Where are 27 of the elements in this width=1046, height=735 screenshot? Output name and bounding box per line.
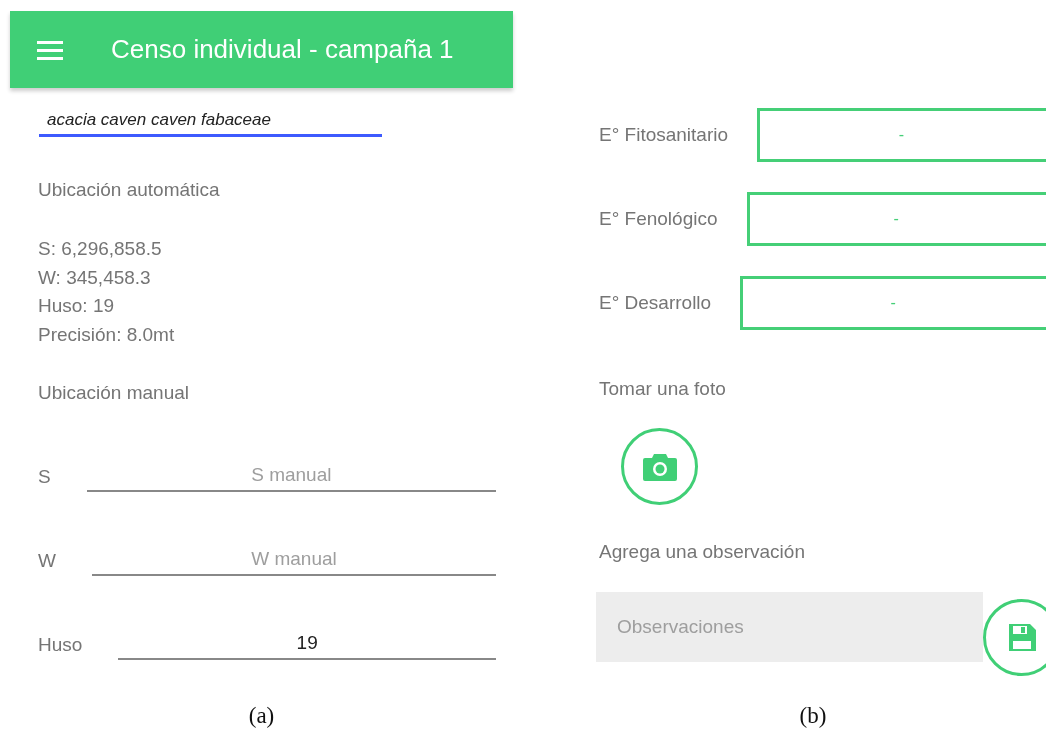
field-label: E° Fitosanitario [599,124,729,146]
coordinate-text: Precisión: 8.0mt [38,323,176,348]
field-label: S [38,465,51,489]
select-field[interactable]: - [757,108,1046,162]
input-field[interactable]: W manual [91,547,496,576]
section-heading: Ubicación manual [38,381,191,404]
input-field[interactable]: 19 [118,631,496,660]
select-field[interactable]: - [740,276,1046,330]
save-button[interactable] [983,599,1046,676]
figure-caption: (b) [798,703,828,729]
observation-field[interactable]: Observaciones [596,592,983,662]
menu-icon[interactable] [37,39,63,60]
section-heading: Ubicación automática [38,179,221,201]
figure-caption: (a) [247,703,276,729]
field-label: E° Desarrollo [599,292,712,314]
select-field[interactable]: - [746,192,1046,246]
species-field[interactable]: acacia caven caven fabaceae [39,110,382,137]
section-heading: Tomar una foto [599,378,727,400]
coordinate-text: Huso: 19 [38,294,116,319]
field-label: Huso [38,633,83,657]
coordinate-text: W: 345,458.3 [38,265,152,290]
field-label: E° Fenológico [599,208,718,230]
section-heading: Agrega una observación [599,541,806,563]
coordinate-text: S: 6,296,858.5 [38,237,163,261]
app-bar-title: Censo individual - campaña 1 [111,34,454,65]
field-label: W [38,549,56,573]
input-field[interactable]: S manual [86,463,496,492]
